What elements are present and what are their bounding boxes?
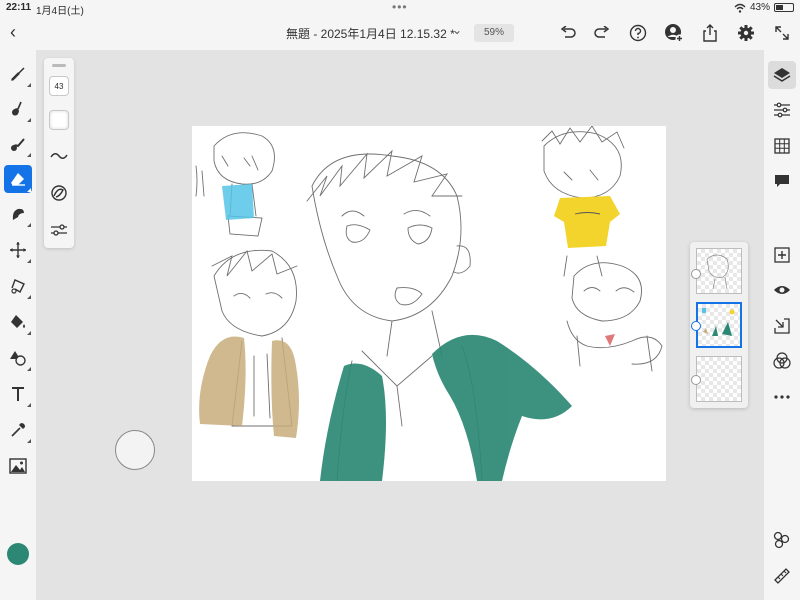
visibility-icon[interactable]	[768, 276, 796, 304]
layer-status-icon[interactable]	[691, 375, 701, 385]
status-bar: 22:11 1月4日(土) ••• 43%	[0, 0, 800, 17]
left-toolbar	[0, 50, 36, 600]
import-layer-icon[interactable]	[768, 312, 796, 340]
redo-icon[interactable]	[592, 23, 612, 43]
brush-size-control[interactable]: 43	[49, 76, 69, 96]
fill-brush-icon[interactable]	[4, 130, 32, 158]
comment-icon[interactable]	[768, 167, 796, 195]
lasso-icon[interactable]	[4, 272, 32, 300]
liquify-icon[interactable]	[4, 200, 32, 228]
adjustments-icon[interactable]	[768, 96, 796, 124]
zoom-level[interactable]: 59%	[474, 24, 514, 42]
account-icon[interactable]	[664, 23, 684, 43]
battery-percent: 43%	[749, 2, 770, 13]
smudge-icon[interactable]	[4, 95, 32, 123]
eraser-icon[interactable]	[4, 165, 32, 193]
grid-icon[interactable]	[768, 132, 796, 160]
ruler-icon[interactable]	[768, 562, 796, 590]
right-toolbar	[764, 50, 800, 600]
text-icon[interactable]	[4, 380, 32, 408]
brush-cursor	[115, 430, 155, 470]
timelapse-icon[interactable]	[768, 526, 796, 554]
brush-library-icon[interactable]	[49, 183, 69, 203]
layer-thumbnail[interactable]	[696, 302, 742, 348]
drawing-canvas[interactable]	[192, 126, 666, 481]
more-icon[interactable]	[768, 383, 796, 411]
top-bar: ‹ 無題 - 2025年1月4日 12.15.32 * ⌄ 59%	[0, 16, 800, 50]
panel-handle[interactable]	[52, 64, 66, 67]
brush-settings-panel: 43	[44, 58, 74, 248]
battery-icon	[774, 3, 794, 12]
brush-icon[interactable]	[4, 60, 32, 88]
layer-thumbnail[interactable]	[696, 248, 742, 294]
undo-icon[interactable]	[558, 23, 578, 43]
fill-icon[interactable]	[4, 308, 32, 336]
status-time: 22:11	[6, 2, 32, 13]
blend-icon[interactable]	[768, 347, 796, 375]
settings-icon[interactable]	[736, 23, 756, 43]
brush-opacity-control[interactable]	[49, 110, 69, 130]
smoothing-icon[interactable]	[49, 146, 69, 166]
layer-thumbnail[interactable]	[696, 356, 742, 402]
artwork-sketch	[195, 126, 663, 481]
chevron-down-icon[interactable]: ⌄	[452, 23, 462, 37]
help-icon[interactable]	[628, 23, 648, 43]
shape-icon[interactable]	[4, 344, 32, 372]
eyedropper-icon[interactable]	[4, 416, 32, 444]
status-right: 43%	[734, 2, 794, 13]
image-icon[interactable]	[4, 452, 32, 480]
transform-icon[interactable]	[4, 236, 32, 264]
document-title[interactable]: 無題 - 2025年1月4日 12.15.32 *	[286, 25, 455, 42]
back-button[interactable]: ‹	[10, 22, 16, 43]
fullscreen-icon[interactable]	[772, 23, 792, 43]
layer-status-icon[interactable]	[691, 269, 701, 279]
share-icon[interactable]	[700, 23, 720, 43]
layers-icon[interactable]	[768, 61, 796, 89]
layers-panel	[690, 242, 748, 408]
add-layer-icon[interactable]	[768, 241, 796, 269]
brush-settings-icon[interactable]	[49, 220, 69, 240]
status-date: 1月4日(土)	[36, 6, 84, 17]
wifi-icon	[734, 3, 746, 13]
multitask-dots[interactable]: •••	[392, 0, 408, 14]
layer-status-icon[interactable]	[691, 321, 701, 331]
color-swatch[interactable]	[7, 543, 29, 565]
